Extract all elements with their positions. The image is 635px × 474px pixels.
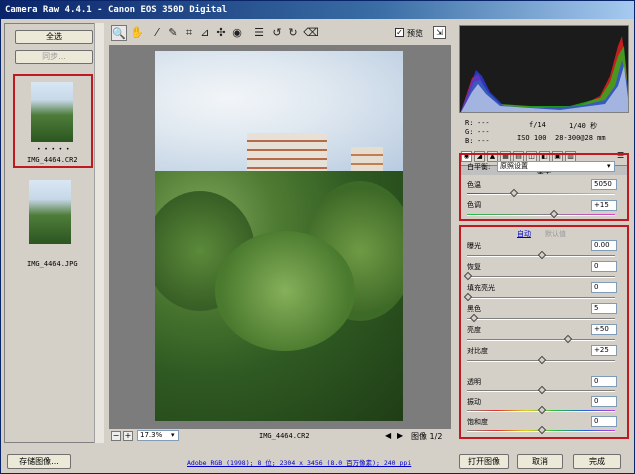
filmstrip-item-2[interactable]: IMG_4464.JPG <box>13 176 93 270</box>
toolbar: 🔍 ✋ ⁄ ✎ ⌗ ⊿ ✣ ◉ ☰ ↺ ↻ ⌫ ✓ 预览 ⇲ <box>109 25 449 47</box>
cancel-button[interactable]: 取消 <box>517 454 563 469</box>
preview-filename: IMG_4464.CR2 <box>259 432 310 440</box>
camera-raw-window: Camera Raw 4.4.1 - Canon EOS 350D Digita… <box>0 0 635 474</box>
brightness-label: 亮度 <box>467 326 481 334</box>
recovery-slider-track[interactable] <box>467 276 615 278</box>
wb-label: 白平衡: <box>467 163 491 171</box>
fill-light-slider-track[interactable] <box>467 297 615 299</box>
fill-light-field[interactable]: 0 <box>591 282 617 293</box>
rotate-right-icon[interactable]: ↻ <box>285 25 301 41</box>
vibrance-label: 振动 <box>467 398 481 406</box>
filmstrip-panel: 全选 同步... • • • • • IMG_4464.CR2 IMG_4464… <box>4 23 104 443</box>
preview-label: 预览 <box>407 29 423 38</box>
photo-preview[interactable] <box>155 51 403 421</box>
r-value: --- <box>477 119 490 127</box>
shutter-value: 1/40 秒 <box>569 122 598 130</box>
tree-foliage-mid <box>215 231 355 351</box>
tint-field[interactable]: +15 <box>591 200 617 211</box>
preview-bottom-bar: − + 17.3% ▾ IMG_4464.CR2 ◀ ▶ 图像 1/2 <box>109 429 451 445</box>
rotate-left-icon[interactable]: ↺ <box>269 25 285 41</box>
recovery-label: 恢复 <box>467 263 481 271</box>
sync-button[interactable]: 同步... <box>15 50 93 64</box>
rating-dots: • • • • • <box>37 146 70 153</box>
brightness-slider-track[interactable] <box>467 339 615 341</box>
b-label: B: <box>465 137 474 145</box>
thumbnail-image <box>31 82 73 142</box>
brightness-field[interactable]: +50 <box>591 324 617 335</box>
open-image-button[interactable]: 打开图像 <box>459 454 509 469</box>
auto-link[interactable]: 自动 <box>517 229 531 239</box>
default-link[interactable]: 默认值 <box>545 229 566 239</box>
g-label: G: <box>465 128 474 136</box>
select-all-button[interactable]: 全选 <box>15 30 93 44</box>
camera-info: R: --- G: --- B: --- f/14 1/40 秒 ISO 100… <box>459 115 629 149</box>
zoom-in-button[interactable]: + <box>123 431 133 441</box>
chevron-down-icon: ▾ <box>607 162 611 170</box>
vibrance-field[interactable]: 0 <box>591 396 617 407</box>
histogram <box>459 25 629 113</box>
saturation-label: 饱和度 <box>467 418 488 426</box>
footer-bar: 存储图像... Adobe RGB (1998); 8 位; 2304 x 34… <box>1 451 634 473</box>
chevron-down-icon: ▾ <box>171 431 175 439</box>
workflow-options-link[interactable]: Adobe RGB (1998); 8 位; 2304 x 3456 (8.0 … <box>187 457 411 467</box>
filmstrip-scrollbar[interactable] <box>94 23 104 443</box>
filmstrip-filename: IMG_4464.CR2 <box>27 156 78 164</box>
b-value: --- <box>477 137 490 145</box>
contrast-label: 对比度 <box>467 347 488 355</box>
g-value: --- <box>477 128 490 136</box>
zoom-out-button[interactable]: − <box>111 431 121 441</box>
fill-light-label: 填充亮光 <box>467 284 495 292</box>
filmstrip-filename: IMG_4464.JPG <box>27 260 78 268</box>
title-bar: Camera Raw 4.4.1 - Canon EOS 350D Digita… <box>1 1 634 19</box>
filmstrip-item-1[interactable]: • • • • • IMG_4464.CR2 <box>13 74 93 168</box>
temp-label: 色温 <box>467 181 481 189</box>
white-balance-icon[interactable]: ⁄ <box>149 25 165 41</box>
temp-field[interactable]: 5050 <box>591 179 617 190</box>
contrast-field[interactable]: +25 <box>591 345 617 356</box>
save-image-button[interactable]: 存储图像... <box>7 454 71 469</box>
clarity-field[interactable]: 0 <box>591 376 617 387</box>
blacks-field[interactable]: 5 <box>591 303 617 314</box>
exposure-field[interactable]: 0.00 <box>591 240 617 251</box>
saturation-field[interactable]: 0 <box>591 416 617 427</box>
aperture-value: f/14 <box>529 121 546 129</box>
fullscreen-icon[interactable]: ⇲ <box>433 26 446 39</box>
adjustments-panel: R: --- G: --- B: --- f/14 1/40 秒 ISO 100… <box>455 23 633 443</box>
histogram-graph <box>460 36 628 112</box>
preferences-icon[interactable]: ☰ <box>251 25 267 41</box>
temp-slider-track[interactable] <box>467 193 615 195</box>
tint-slider-track[interactable] <box>467 214 615 216</box>
thumbnail-image <box>29 180 71 244</box>
preview-checkbox[interactable]: ✓ <box>395 28 404 37</box>
red-eye-icon[interactable]: ◉ <box>229 25 245 41</box>
blacks-slider-track[interactable] <box>467 318 615 320</box>
white-balance-select[interactable]: 原照设置 <box>497 161 615 172</box>
tint-label: 色调 <box>467 201 481 209</box>
next-image-button[interactable]: ▶ <box>397 431 403 440</box>
spot-removal-icon[interactable]: ✣ <box>213 25 229 41</box>
iso-value: ISO 100 <box>517 134 547 142</box>
image-counter: 图像 1/2 <box>411 432 443 441</box>
blacks-label: 黑色 <box>467 305 481 313</box>
exposure-label: 曝光 <box>467 242 481 250</box>
trash-icon[interactable]: ⌫ <box>303 25 319 41</box>
prev-image-button[interactable]: ◀ <box>385 431 391 440</box>
straighten-icon[interactable]: ⊿ <box>197 25 213 41</box>
hand-icon[interactable]: ✋ <box>129 25 145 41</box>
clarity-label: 透明 <box>467 378 481 386</box>
r-label: R: <box>465 119 474 127</box>
lens-value: 28-300@28 mm <box>555 134 606 142</box>
recovery-field[interactable]: 0 <box>591 261 617 272</box>
done-button[interactable]: 完成 <box>573 454 621 469</box>
zoom-icon[interactable]: 🔍 <box>111 25 127 41</box>
color-sampler-icon[interactable]: ✎ <box>165 25 181 41</box>
crop-icon[interactable]: ⌗ <box>181 25 197 41</box>
